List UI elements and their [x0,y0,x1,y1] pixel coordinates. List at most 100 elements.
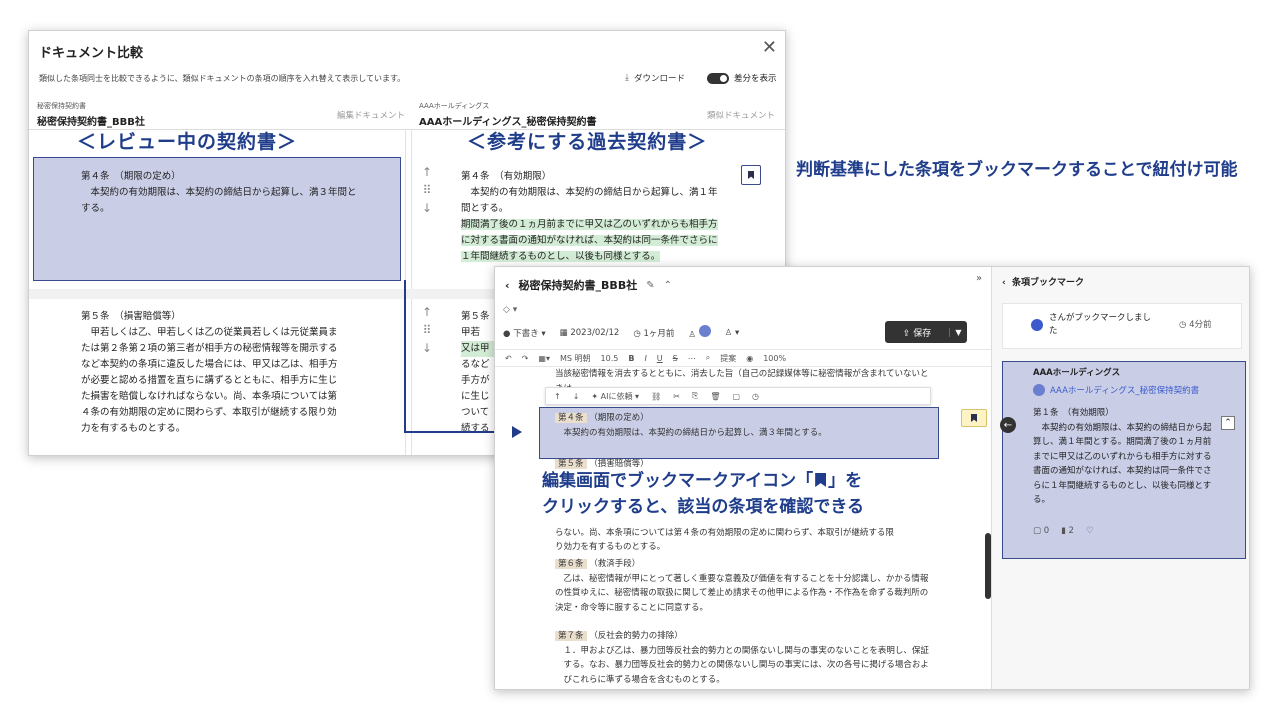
history-icon[interactable]: ◷ [752,392,759,401]
left-article5-body: 甲若しくは乙、甲若しくは乙の従業員若しくは元従業員または第２条第２項の第三者が相… [81,327,338,434]
left-article5-head: 第５条 （損害賠償等） [81,311,181,322]
bookmark-count[interactable]: ▮ 2 [1061,526,1074,536]
article6-body: 乙は、秘密情報が甲にとって著しく重要な意義及び価値を有することを十分認識し、かか… [555,573,929,613]
bookmark-panel: » ‹ 条項ブックマーク さんがブックマークしました ◷ 4分前 AAAホールデ… [976,267,1249,689]
article7-head: 第７条 [555,631,587,641]
cut-icon[interactable]: ✂ [673,392,680,401]
save-button[interactable]: ⇪ 保存 ▼ [885,321,967,343]
reorder-controls[interactable]: ↑ ⠿ ↓ [421,303,433,357]
chevron-down-icon[interactable]: ▼ [949,327,967,337]
right-doc-header: AAAホールディングス AAAホールディングス_秘密保持契約書 類似ドキュメント [419,101,775,128]
status-label: 下書き [513,328,539,339]
save-label: ⇪ 保存 [902,328,932,339]
move-down-icon[interactable]: ↓ [573,392,580,401]
collapse-icon[interactable]: ⌃ [664,280,672,291]
editor-article4: 第４条 （期限の定め） 本契約の有効期限は、本契約の締結日から起算し、満３年間と… [555,411,935,440]
bookmark-count-value: 2 [1068,526,1074,536]
move-down-icon[interactable]: ↓ [421,339,433,357]
right-caption: ＜参考にする過去契約書＞ [467,131,708,153]
drag-handle-icon[interactable]: ⠿ [421,181,433,199]
bookmark-icon [971,414,977,422]
diff-toggle-label: 差分を表示 [734,74,777,84]
editor-title-bar: ‹ 秘密保持契約書_BBB社 ✎ ⌃ [505,277,672,293]
collapse-icon[interactable]: ⌃ [1221,416,1235,430]
compare-description: 類似した条項同士を比較できるように、類似ドキュメントの条項の順序を入れ替えて表示… [39,74,406,83]
bookmark-marker[interactable] [961,409,987,427]
delete-icon[interactable]: 🗑 [710,392,720,401]
font-select[interactable]: MS 明朝 [560,353,591,364]
connector-line [404,280,406,432]
article7-title: （反社会的勢力の排除） [589,631,683,641]
edit-icon[interactable]: ✎ [646,280,654,291]
toggle-switch[interactable] [707,72,729,84]
jump-back-icon[interactable]: ← [1000,417,1016,433]
left-article4: 第４条 （期限の定め） 本契約の有効期限は、本契約の締結日から起算し、満３年間と… [81,169,357,217]
ai-request-label: AIに依頼 [600,391,633,401]
article6-head: 第６条 [555,559,587,569]
bookmark-clause: 第１条 （有効期限） 本契約の有効期限は、本契約の締結日から起算し、満１年間とす… [1033,406,1219,508]
size-select[interactable]: 10.5 [601,354,619,363]
redo-icon[interactable]: ↷ [522,354,529,363]
move-up-icon[interactable]: ↑ [554,392,561,401]
avatar [1031,319,1043,331]
ai-request-button[interactable]: ✦ AIに依頼 ▾ [591,391,639,402]
underline-button[interactable]: U [657,354,663,363]
share-icon[interactable]: ♙ ▾ [725,328,740,338]
italic-button[interactable]: I [644,354,646,363]
strike-button[interactable]: S [673,354,678,363]
download-label: ダウンロード [633,74,685,84]
download-icon: ⤓ [625,73,629,83]
status-badge[interactable]: ● 下書き ▾ [503,327,546,339]
article6-title: （救済手段） [589,559,641,569]
link-icon[interactable]: ⛓ [651,392,661,401]
diff-toggle[interactable]: 差分を表示 [707,72,777,84]
comment-count[interactable]: ▢ 0 [1033,526,1049,536]
bookmark-clause-body: 本契約の有効期限は、本契約の締結日から起算し、満１年間とする。期間満了後の１ヵ月… [1033,422,1212,506]
doc-link-text: AAAホールディングス_秘密保持契約書 [1050,386,1200,396]
floating-toolbar: ↑ ↓ ✦ AIに依頼 ▾ ⛓ ✂ ⎘ 🗑 ▢ ◷ [545,387,931,405]
editor-article6: 第６条 （救済手段） 乙は、秘密情報が甲にとって著しく重要な意義及び価値を有する… [555,557,935,615]
view-icon[interactable]: ◉ [746,354,753,363]
search-icon[interactable]: ⌕ [706,353,710,363]
expand-icon[interactable]: » [976,273,982,284]
left-article5: 第５条 （損害賠償等） 甲若しくは乙、甲若しくは乙の従業員若しくは元従業員または… [81,309,345,437]
close-icon[interactable]: ✕ [762,37,777,58]
like-icon[interactable]: ♡ [1086,526,1094,536]
article7-body: １．甲および乙は、暴力団等反社会的勢力との関係ないし関与の事実のないことを表明し… [563,645,929,685]
activity-card: さんがブックマークしました ◷ 4分前 [1002,303,1242,349]
left-doc-header: 秘密保持契約書 秘密保持契約書_BBB社 編集ドキュメント [37,101,405,128]
editor-doc-title: 秘密保持契約書_BBB社 [518,279,638,292]
bookmark-icon [815,473,827,487]
left-doc-tag: 編集ドキュメント [336,111,405,121]
ago-label: 1ヶ月前 [643,328,675,339]
drag-handle-icon[interactable]: ⠿ [421,321,433,339]
reorder-controls[interactable]: ↑ ⠿ ↓ [421,163,433,217]
back-icon[interactable]: ‹ [505,279,510,292]
more-icon[interactable]: ⋯ [688,354,696,363]
bold-button[interactable]: B [628,354,634,363]
bookmark-doc-link[interactable]: AAAホールディングス_秘密保持契約書 [1033,384,1199,396]
undo-icon[interactable]: ↶ [505,354,512,363]
table-icon[interactable]: ▦▾ [538,354,550,363]
comment-icon[interactable]: ▢ [732,392,740,401]
bookmark-card[interactable]: AAAホールディングス AAAホールディングス_秘密保持契約書 第１条 （有効期… [1002,361,1246,559]
download-button[interactable]: ⤓ ダウンロード [625,72,685,84]
right-article4-body2: 期間満了後の１ヵ月前までに甲又は乙のいずれからも相手方に対する書面の通知がなけれ… [461,217,723,265]
suggest-mode[interactable]: 提案 [720,353,736,364]
save-text: 保存 [913,328,932,339]
right-article4: 第４条 （有効期限） 本契約の有効期限は、本契約の締結日から起算し、満１年間とす… [461,169,723,265]
zoom-select[interactable]: 100% [763,354,786,363]
copy-icon[interactable]: ⎘ [692,391,698,401]
left-article4-body: 本契約の有効期限は、本契約の締結日から起算し、満３年間とする。 [81,187,357,214]
bookmark-card-footer: ▢ 0 ▮ 2 ♡ [1033,526,1094,536]
panel-title-text: 条項ブックマーク [1011,278,1084,288]
tag-icon[interactable]: ◇ ▾ [503,305,517,315]
move-down-icon[interactable]: ↓ [421,199,433,217]
move-up-icon[interactable]: ↑ [421,163,433,181]
right-article4-body1: 本契約の有効期限は、本契約の締結日から起算し、満１年間とする。 [461,187,718,214]
edit-note-2: 」を [828,471,863,491]
move-up-icon[interactable]: ↑ [421,303,433,321]
right-doc-tag: 類似ドキュメント [706,111,775,121]
owner-avatar[interactable]: ♙ [688,325,711,340]
bookmark-button[interactable] [741,165,761,185]
